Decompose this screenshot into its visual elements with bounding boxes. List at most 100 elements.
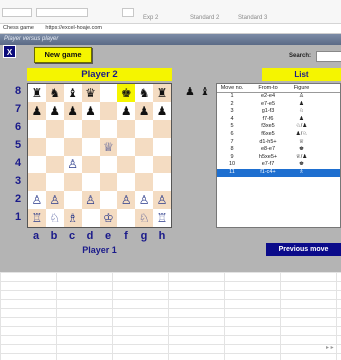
- chess-board[interactable]: ♜ ♞ ♝ ♛ ♚ ♞ ♜ ♟ ♟ ♟ ♟ ♟ ♟ ♟ ♕ ♙ ♙ ♙ ♙ ♙ ♙ ♙ ♖ ♘ ♗ ♔ ♘ ♖: [27, 83, 172, 228]
- chess-piece[interactable]: ♜: [157, 87, 168, 99]
- board-square-b3[interactable]: [45, 173, 64, 192]
- board-square-d4[interactable]: [81, 155, 100, 174]
- spreadsheet-grid[interactable]: [0, 272, 341, 360]
- board-square-e7[interactable]: [99, 101, 118, 120]
- board-square-h6[interactable]: [153, 119, 171, 138]
- chess-piece[interactable]: ♟: [85, 105, 96, 117]
- board-square-g2[interactable]: ♙: [135, 191, 154, 210]
- close-button[interactable]: X: [3, 45, 16, 58]
- chess-piece[interactable]: ♗: [67, 212, 78, 224]
- board-square-d1[interactable]: [81, 209, 100, 227]
- chess-piece[interactable]: ♕: [103, 141, 114, 153]
- chess-piece[interactable]: ♞: [49, 87, 60, 99]
- board-square-g8[interactable]: ♞: [135, 84, 154, 102]
- board-square-d2[interactable]: ♙: [81, 191, 100, 210]
- chess-piece[interactable]: ♙: [67, 158, 78, 170]
- address-url[interactable]: https://excel-hoaje.com: [45, 25, 102, 31]
- new-game-button[interactable]: New game: [34, 47, 92, 63]
- board-square-e6[interactable]: [99, 119, 118, 138]
- board-square-h4[interactable]: [153, 155, 171, 174]
- chess-piece[interactable]: ♙: [32, 194, 43, 206]
- board-square-g7[interactable]: ♟: [135, 101, 154, 120]
- board-square-e2[interactable]: [99, 191, 118, 210]
- board-square-h1[interactable]: ♖: [153, 209, 171, 227]
- chess-piece[interactable]: ♙: [157, 194, 168, 206]
- board-square-a1[interactable]: ♖: [28, 209, 46, 227]
- chess-piece[interactable]: ♝: [67, 87, 78, 99]
- board-square-f1[interactable]: [117, 209, 136, 227]
- chess-piece[interactable]: ♔: [103, 212, 114, 224]
- board-square-b2[interactable]: ♙: [45, 191, 64, 210]
- board-square-a5[interactable]: [28, 137, 46, 156]
- board-square-g1[interactable]: ♘: [135, 209, 154, 227]
- board-square-a3[interactable]: [28, 173, 46, 192]
- board-square-g6[interactable]: [135, 119, 154, 138]
- chess-piece[interactable]: ♖: [157, 212, 168, 224]
- board-square-a7[interactable]: ♟: [28, 101, 46, 120]
- board-square-c8[interactable]: ♝: [63, 84, 82, 102]
- chess-piece[interactable]: ♟: [121, 105, 132, 117]
- list-button[interactable]: List: [262, 68, 341, 81]
- chess-piece[interactable]: ♘: [139, 212, 150, 224]
- board-square-h7[interactable]: ♟: [153, 101, 171, 120]
- board-square-c5[interactable]: [63, 137, 82, 156]
- previous-move-button[interactable]: Previous move: [266, 243, 341, 256]
- chess-piece[interactable]: ♙: [121, 194, 132, 206]
- search-input[interactable]: [316, 51, 341, 62]
- board-square-h2[interactable]: ♙: [153, 191, 171, 210]
- chess-piece[interactable]: ♛: [85, 87, 96, 99]
- board-square-h3[interactable]: [153, 173, 171, 192]
- board-square-f4[interactable]: [117, 155, 136, 174]
- chess-piece[interactable]: ♟: [32, 105, 43, 117]
- chess-piece[interactable]: ♞: [139, 87, 150, 99]
- address-tab[interactable]: Chess game: [3, 25, 34, 31]
- move-row[interactable]: 10 e7-f7 ♚: [217, 161, 340, 169]
- ribbon-style-1[interactable]: Exp 2: [143, 15, 158, 21]
- board-square-a8[interactable]: ♜: [28, 84, 46, 102]
- board-square-d8[interactable]: ♛: [81, 84, 100, 102]
- chess-piece[interactable]: ♙: [49, 194, 60, 206]
- board-square-b4[interactable]: [45, 155, 64, 174]
- board-square-d3[interactable]: [81, 173, 100, 192]
- board-square-d7[interactable]: ♟: [81, 101, 100, 120]
- move-row[interactable]: 5 f3xe5 ♘/♟: [217, 123, 340, 131]
- board-square-a6[interactable]: [28, 119, 46, 138]
- board-square-b5[interactable]: [45, 137, 64, 156]
- board-square-e1[interactable]: ♔: [99, 209, 118, 227]
- board-square-f2[interactable]: ♙: [117, 191, 136, 210]
- move-row[interactable]: 1 e2-e4 ♙: [217, 93, 340, 101]
- ribbon-box-3[interactable]: [122, 8, 134, 17]
- board-square-f6[interactable]: [117, 119, 136, 138]
- chess-piece[interactable]: ♙: [85, 194, 96, 206]
- board-square-f8[interactable]: ♚: [117, 84, 136, 102]
- board-square-c6[interactable]: [63, 119, 82, 138]
- chess-piece[interactable]: ♟: [67, 105, 78, 117]
- ribbon-box-1[interactable]: [2, 8, 32, 17]
- chess-piece[interactable]: ♟: [157, 105, 168, 117]
- board-square-d6[interactable]: [81, 119, 100, 138]
- board-square-f5[interactable]: [117, 137, 136, 156]
- chess-piece[interactable]: ♟: [139, 105, 150, 117]
- move-row[interactable]: 11 f1-c4+ ♗: [217, 168, 340, 177]
- move-row[interactable]: 4 f7-f6 ♟: [217, 116, 340, 124]
- board-square-e5[interactable]: ♕: [99, 137, 118, 156]
- board-square-c7[interactable]: ♟: [63, 101, 82, 120]
- move-row[interactable]: 7 d1-h5+ ♕: [217, 139, 340, 147]
- move-row[interactable]: 9 h5xe5+ ♕/♟: [217, 154, 340, 162]
- board-square-h8[interactable]: ♜: [153, 84, 171, 102]
- chess-piece[interactable]: ♖: [32, 212, 43, 224]
- chess-piece[interactable]: ♘: [49, 212, 60, 224]
- board-square-c3[interactable]: [63, 173, 82, 192]
- board-square-e4[interactable]: [99, 155, 118, 174]
- board-square-g3[interactable]: [135, 173, 154, 192]
- move-row[interactable]: 8 e8-e7 ♚: [217, 146, 340, 154]
- board-square-b6[interactable]: [45, 119, 64, 138]
- board-square-f3[interactable]: [117, 173, 136, 192]
- ribbon-box-2[interactable]: [36, 8, 88, 17]
- chess-piece[interactable]: ♚: [121, 87, 132, 99]
- board-square-c1[interactable]: ♗: [63, 209, 82, 227]
- board-square-b1[interactable]: ♘: [45, 209, 64, 227]
- ribbon-style-2[interactable]: Standard 2: [190, 15, 219, 21]
- board-square-h5[interactable]: [153, 137, 171, 156]
- board-square-e8[interactable]: [99, 84, 118, 102]
